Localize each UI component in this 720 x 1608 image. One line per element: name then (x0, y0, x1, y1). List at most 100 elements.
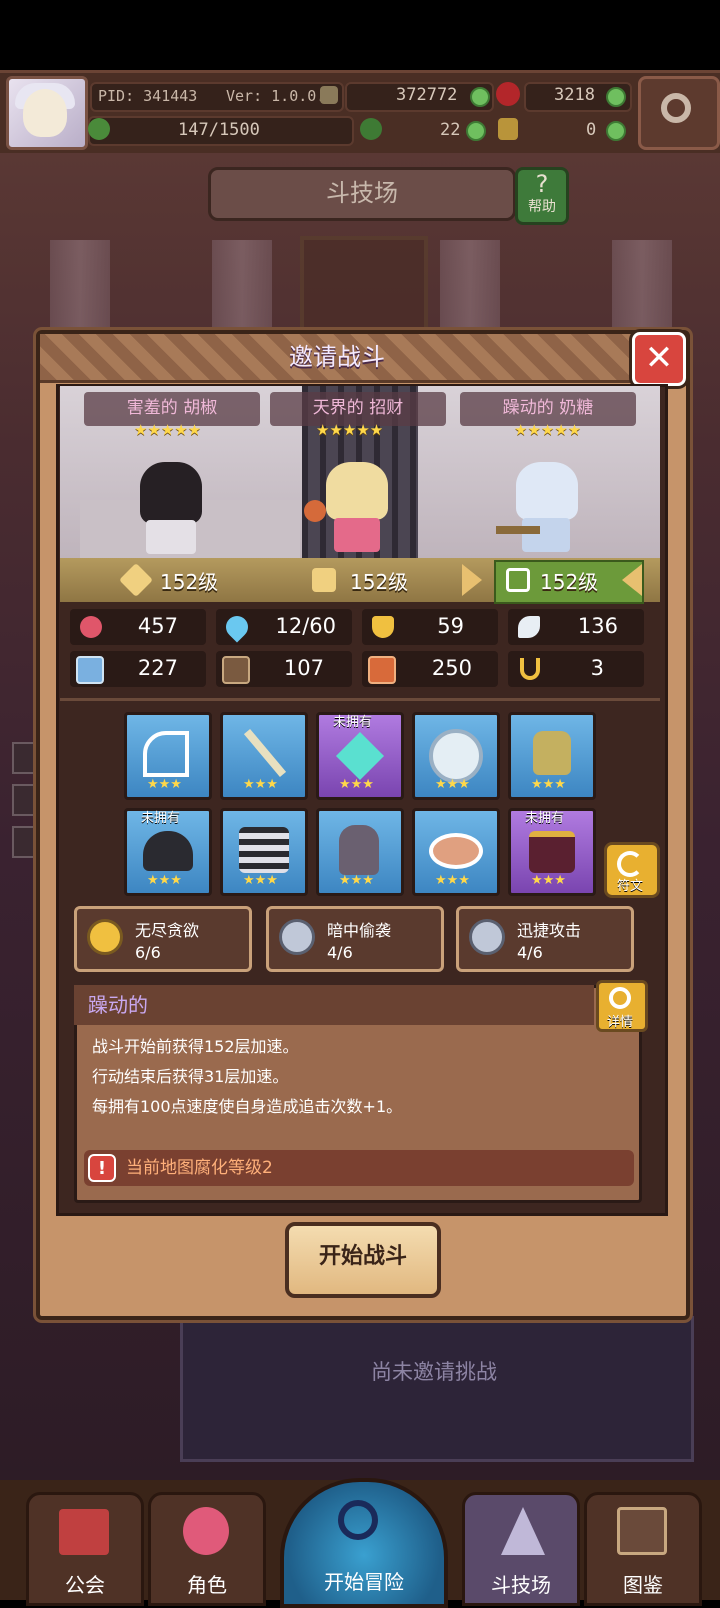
jar-icon (533, 731, 571, 775)
stat-magic-value: 107 (283, 656, 324, 680)
skill-swift-attack[interactable]: 迅捷攻击 4/6 (456, 906, 634, 972)
nav-adventure-label: 开始冒险 (324, 1570, 404, 1594)
equip-stars: ★★★ (339, 777, 374, 792)
equip-stars: ★★★ (147, 777, 182, 792)
stat-speed-value: 136 (577, 614, 618, 638)
skill-name: 迅捷攻击 (517, 921, 582, 940)
pid-text: PID: 341443 (98, 87, 198, 105)
sun-icon (87, 919, 123, 955)
stat-mana-value: 12/60 (275, 614, 336, 638)
hero-sprite-3[interactable] (516, 462, 578, 520)
nav-arena-label: 斗技场 (491, 1573, 551, 1597)
pending-challenge-panel (180, 1316, 694, 1462)
stamina-count: 147/1500 (178, 120, 260, 140)
crossbow-icon (143, 731, 189, 777)
background-pillar (212, 240, 272, 330)
warning-text: 当前地图腐化等级2 (126, 1158, 273, 1178)
armor-icon (239, 827, 289, 873)
arrow-icon (243, 728, 287, 778)
stat-luck-value: 3 (590, 656, 604, 680)
coin-count: 372772 (396, 85, 458, 105)
hero-sprite-2-body (334, 518, 380, 552)
nav-guild[interactable]: 公会 (26, 1492, 144, 1606)
nav-character[interactable]: 角色 (148, 1492, 266, 1606)
nav-arena[interactable]: 斗技场 (462, 1492, 580, 1606)
side-tab-3[interactable] (12, 826, 38, 858)
hero-stars-1: ★★★★★ (134, 421, 202, 439)
hero-sprite-1[interactable] (140, 462, 202, 524)
codex-book-icon (617, 1507, 667, 1555)
add-coins-icon[interactable] (470, 87, 490, 107)
dagger-icon (279, 919, 315, 955)
gear-icon (661, 93, 691, 123)
detail-button[interactable]: 详情 (596, 980, 648, 1032)
side-tab-2[interactable] (12, 784, 38, 816)
hero-sprite-2[interactable] (326, 462, 388, 520)
player-avatar[interactable] (6, 76, 88, 150)
background-pillar (440, 240, 500, 330)
lucky-cat-prop-icon (304, 500, 326, 522)
equip-ring[interactable]: ★★★ (412, 712, 500, 800)
equip-armor[interactable]: ★★★ (220, 808, 308, 896)
gem-count: 3218 (554, 85, 595, 105)
close-icon: ✕ (644, 338, 674, 378)
level-arrow-right-icon (462, 564, 482, 596)
arena-gate-emblem (300, 236, 428, 338)
equip-jar[interactable]: ★★★ (508, 712, 596, 800)
warning-icon: ! (88, 1154, 116, 1182)
skill-endless-greed[interactable]: 无尽贪欲 6/6 (74, 906, 252, 972)
coin-bag-icon (320, 86, 338, 104)
red-gem-icon (496, 82, 520, 106)
level-arrow-left-icon (622, 564, 642, 596)
hero-sprite-3-body (522, 518, 570, 552)
equip-gauntlet[interactable]: ★★★ (316, 808, 404, 896)
settings-button[interactable] (638, 76, 720, 150)
hero-weapon-icon (496, 526, 540, 534)
add-gems-icon[interactable] (606, 87, 626, 107)
stat-hp-value: 457 (137, 614, 178, 638)
hero-level-3: 152级 (540, 570, 599, 594)
corruption-warning: ! 当前地图腐化等级2 (84, 1150, 634, 1186)
equip-belt[interactable]: ★★★ (412, 808, 500, 896)
equip-necklace[interactable]: 未拥有 ★★★ (316, 712, 404, 800)
start-battle-button[interactable]: 开始战斗 (285, 1222, 441, 1298)
skill-progress: 6/6 (135, 943, 161, 962)
shield-icon (372, 616, 394, 638)
hero-level-2: 152级 (350, 570, 409, 594)
help-button[interactable]: ? 帮助 (515, 167, 569, 225)
add-ticket-icon[interactable] (606, 121, 626, 141)
stat-defense-value: 59 (437, 614, 464, 638)
magnifier-icon (338, 1500, 378, 1540)
rune-button[interactable]: 符文 (604, 842, 660, 898)
dialog-title: 邀请战斗 (40, 334, 634, 383)
necklace-icon (335, 731, 385, 781)
question-icon: ? (535, 170, 549, 198)
close-button[interactable]: ✕ (632, 332, 686, 386)
nav-codex[interactable]: 图鉴 (584, 1492, 702, 1606)
skill-sneak-attack[interactable]: 暗中偷袭 4/6 (266, 906, 444, 972)
side-tab-1[interactable] (12, 742, 38, 774)
not-owned-label: 未拥有 (525, 811, 565, 826)
add-clover-icon[interactable] (466, 121, 486, 141)
magnifier-icon (609, 987, 631, 1009)
equip-helmet[interactable]: 未拥有 ★★★ (124, 808, 212, 896)
hero-stars-3: ★★★★★ (514, 421, 582, 439)
nav-character-label: 角色 (187, 1573, 227, 1597)
boots-icon (529, 831, 575, 873)
swap-icon (617, 851, 643, 877)
equip-stars: ★★★ (339, 873, 374, 888)
trait-line-2: 行动结束后获得31层加速。 (92, 1067, 289, 1086)
hero-level-1: 152级 (160, 570, 219, 594)
rune-label: 符文 (617, 879, 644, 894)
equip-arrow[interactable]: ★★★ (220, 712, 308, 800)
stat-agility-value: 250 (431, 656, 472, 680)
helmet-icon (143, 831, 193, 871)
equip-stars: ★★★ (243, 873, 278, 888)
heart-icon (80, 616, 102, 638)
equip-crossbow[interactable]: ★★★ (124, 712, 212, 800)
trait-line-3: 每拥有100点速度使自身造成追击次数+1。 (92, 1097, 403, 1116)
equip-stars: ★★★ (435, 873, 470, 888)
clover-icon (360, 118, 382, 140)
equip-boots[interactable]: 未拥有 ★★★ (508, 808, 596, 896)
stat-attack-value: 227 (137, 656, 178, 680)
